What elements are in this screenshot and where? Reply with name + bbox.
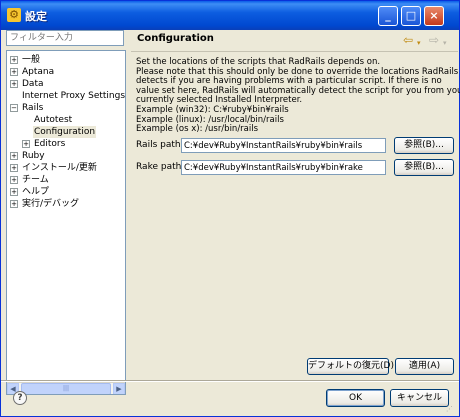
close-button[interactable]: × — [424, 6, 444, 26]
title-bar[interactable]: ⚙ 設定 _ □ × — [1, 1, 459, 30]
rails-browse-button[interactable]: 参照(B)... — [394, 137, 454, 154]
tree-item-ruby[interactable]: + Ruby — [7, 150, 125, 162]
rake-path-label: Rake path — [136, 162, 182, 172]
filter-input[interactable] — [6, 30, 124, 46]
tree-item-rails[interactable]: − Rails — [7, 102, 125, 114]
scroll-thumb[interactable]: ||| — [21, 383, 111, 394]
window-title: 設定 — [25, 10, 47, 23]
description: Set the locations of the scripts that Ra… — [136, 57, 460, 135]
forward-arrow-icon[interactable]: ⇨ — [429, 34, 439, 46]
back-menu-icon[interactable]: ▾ — [417, 37, 421, 49]
tree-item-label: Internet Proxy Settings — [22, 91, 126, 101]
tree-item-aptana[interactable]: + Aptana — [7, 66, 125, 78]
left-panel: + 一般 + Aptana + Data Internet Proxy Sett… — [6, 28, 128, 395]
expand-icon[interactable]: + — [10, 164, 18, 172]
tree-item-label: ヘルプ — [22, 187, 50, 197]
page-header: Configuration ⇦ ▾ ⇨ ▾ — [131, 28, 458, 52]
cancel-button[interactable]: キャンセル — [390, 389, 449, 407]
tree-item-label: チーム — [22, 175, 49, 185]
rails-path-label: Rails path — [136, 140, 181, 150]
tree-item-label: Ruby — [22, 151, 45, 161]
expand-icon[interactable]: + — [10, 200, 18, 208]
rake-browse-button[interactable]: 参照(B)... — [394, 159, 454, 176]
apply-button[interactable]: 適用(A) — [395, 358, 454, 375]
footer-divider — [1, 380, 459, 382]
tree-item-internet-proxy[interactable]: Internet Proxy Settings — [7, 90, 125, 102]
tree-item-install-update[interactable]: + インストール/更新 — [7, 162, 125, 174]
expand-icon[interactable]: + — [22, 140, 30, 148]
tree-item-label: Aptana — [22, 67, 55, 77]
tree-item-label: インストール/更新 — [22, 163, 97, 173]
restore-defaults-button[interactable]: デフォルトの復元(D) — [307, 358, 394, 375]
tree-item-configuration[interactable]: Configuration — [7, 126, 125, 138]
back-arrow-icon[interactable]: ⇦ — [403, 34, 413, 46]
scroll-right-icon[interactable]: ▶ — [113, 383, 125, 394]
tree-item-team[interactable]: + チーム — [7, 174, 125, 186]
page-title: Configuration — [137, 33, 214, 44]
preferences-tree[interactable]: + 一般 + Aptana + Data Internet Proxy Sett… — [6, 50, 126, 395]
description-line: Example (os x): /usr/bin/rails — [136, 124, 259, 135]
tree-item-autotest[interactable]: Autotest — [7, 114, 125, 126]
resize-grip-icon[interactable]: ⋰ — [446, 404, 456, 414]
expand-icon[interactable]: + — [10, 152, 18, 160]
help-icon[interactable]: ? — [13, 391, 27, 405]
tree-item-label: Configuration — [33, 126, 97, 138]
expand-icon[interactable]: + — [10, 176, 18, 184]
forward-menu-icon[interactable]: ▾ — [443, 37, 447, 49]
tree-item-editors[interactable]: + Editors — [7, 138, 125, 150]
ok-button[interactable]: OK — [326, 389, 385, 407]
tree-item-label: 一般 — [22, 55, 41, 65]
tree-item-label: Editors — [34, 139, 66, 149]
expand-icon[interactable]: + — [10, 188, 18, 196]
minimize-button[interactable]: _ — [378, 6, 398, 26]
tree-item-run-debug[interactable]: + 実行/デバッグ — [7, 198, 125, 210]
tree-item-general[interactable]: + 一般 — [7, 54, 125, 66]
page-panel: Configuration ⇦ ▾ ⇨ ▾ Set the locations … — [131, 28, 460, 378]
tree-item-label: 実行/デバッグ — [22, 199, 80, 209]
tree-item-label: Rails — [22, 103, 44, 113]
tree-item-label: Autotest — [34, 115, 73, 125]
tree-item-label: Data — [22, 79, 44, 89]
tree-item-data[interactable]: + Data — [7, 78, 125, 90]
expand-icon[interactable]: + — [10, 68, 18, 76]
rake-path-input[interactable] — [181, 160, 386, 175]
collapse-icon[interactable]: − — [10, 104, 18, 112]
tree-item-help[interactable]: + ヘルプ — [7, 186, 125, 198]
settings-icon: ⚙ — [7, 8, 21, 22]
preferences-dialog: ⚙ 設定 _ □ × + 一般 + Aptana + Data Internet… — [0, 0, 460, 417]
expand-icon[interactable]: + — [10, 80, 18, 88]
rails-path-input[interactable] — [181, 138, 386, 153]
maximize-button[interactable]: □ — [401, 6, 421, 26]
expand-icon[interactable]: + — [10, 56, 18, 64]
